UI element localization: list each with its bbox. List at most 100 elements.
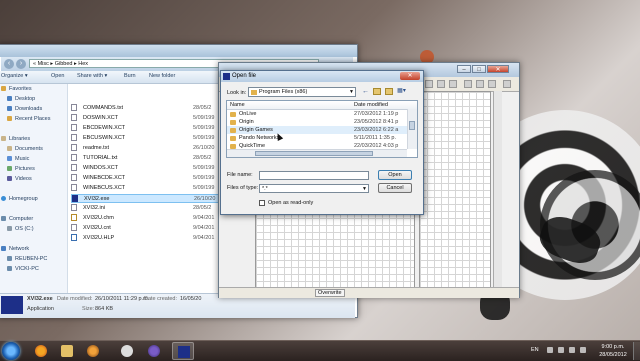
nav-videos[interactable]: Videos: [7, 176, 32, 182]
scroll-thumb[interactable]: [255, 151, 373, 156]
open-file-dialog: Open file ✕ Look in: Program Files (x86)…: [220, 70, 424, 215]
file-name-label: File name:: [227, 172, 253, 178]
toolbar-icon[interactable]: [425, 80, 433, 88]
taskbar-firefox[interactable]: [30, 342, 52, 360]
nav-pictures[interactable]: Pictures: [7, 166, 35, 172]
nav-vicki-pc[interactable]: VICKI-PC: [7, 266, 39, 272]
nav-favorites[interactable]: Favorites: [1, 86, 32, 92]
open-button[interactable]: Open: [51, 73, 64, 79]
text-file-icon: [71, 144, 77, 152]
new-folder-button[interactable]: New folder: [149, 73, 175, 79]
vertical-scrollbar[interactable]: [493, 91, 502, 287]
toolbar-icon[interactable]: [476, 80, 484, 88]
nav-label: Videos: [15, 176, 32, 182]
file-name-input[interactable]: [259, 171, 369, 180]
nav-homegroup[interactable]: Homegroup: [1, 196, 38, 202]
file-name: WINDOS.XCT: [83, 165, 119, 171]
folder-row[interactable]: Pando Networks 5/11/2011 1:35 p.: [227, 134, 407, 142]
documents-icon: [7, 146, 12, 152]
folder-row[interactable]: OnLive 27/03/2012 1:19 p: [227, 110, 407, 118]
close-button[interactable]: ✕: [400, 72, 420, 80]
toolbar-icon[interactable]: [503, 80, 511, 88]
toolbar-icon[interactable]: [464, 80, 472, 88]
app-icon: [148, 345, 160, 357]
toolbar-icon[interactable]: [437, 80, 445, 88]
show-hidden-icons-icon[interactable]: [547, 347, 553, 353]
star-icon: [1, 86, 6, 92]
detail-modified-label: Date modified:: [57, 296, 93, 302]
text-grid[interactable]: [419, 91, 491, 289]
list-horizontal-scrollbar[interactable]: [227, 149, 407, 157]
nav-computer[interactable]: Computer: [1, 216, 33, 222]
burn-button[interactable]: Burn: [124, 73, 136, 79]
view-menu-icon[interactable]: ▦▾: [397, 87, 406, 96]
taskbar-media-player[interactable]: [82, 342, 104, 360]
file-type-dropdown[interactable]: *.* ▼: [259, 184, 369, 193]
detail-modified-value: 26/10/2011 11:29 p.m.: [95, 296, 150, 302]
folder-row[interactable]: Origin 23/05/2012 8:41 p: [227, 118, 407, 126]
cancel-button[interactable]: Cancel: [378, 183, 412, 193]
downloads-icon: [7, 106, 12, 112]
close-button[interactable]: ✕: [487, 65, 509, 73]
folder-row-hovered[interactable]: Origin Games 23/03/2012 6:22 a: [227, 126, 407, 134]
nav-reuben-pc[interactable]: REUBEN-PC: [7, 256, 47, 262]
clock-time: 9:00 p.m.: [601, 344, 625, 350]
file-date: 5/09/199: [193, 115, 215, 121]
open-button[interactable]: Open: [378, 170, 412, 180]
new-folder-icon[interactable]: [385, 88, 393, 95]
file-date: 28/05/2: [193, 205, 212, 211]
nav-label: Documents: [15, 146, 43, 152]
toolbar-icon[interactable]: [449, 80, 457, 88]
forward-button[interactable]: ›: [16, 59, 26, 69]
text-file-icon: [71, 104, 77, 112]
language-indicator[interactable]: EN: [531, 347, 539, 353]
dialog-titlebar[interactable]: Open file ✕: [221, 71, 423, 82]
look-in-dropdown[interactable]: Program Files (x86) ▼: [248, 87, 356, 97]
name-column-header[interactable]: Name: [230, 102, 245, 108]
list-vertical-scrollbar[interactable]: [407, 109, 417, 149]
scroll-thumb[interactable]: [409, 121, 415, 130]
navigation-pane: Favorites Desktop Downloads Recent Place…: [0, 84, 68, 293]
file-name: readme.txt: [83, 145, 109, 151]
nav-desktop[interactable]: Desktop: [7, 96, 35, 102]
nav-network[interactable]: Network: [1, 246, 29, 252]
music-icon: [7, 156, 12, 162]
nav-downloads[interactable]: Downloads: [7, 106, 42, 112]
clock[interactable]: 9:00 p.m. 28/05/2012: [598, 343, 628, 359]
folder-name: Origin Games: [239, 127, 273, 133]
nav-documents[interactable]: Documents: [7, 146, 43, 152]
action-center-icon[interactable]: [580, 347, 586, 353]
toolbar-icon[interactable]: [488, 80, 496, 88]
taskbar-explorer[interactable]: [56, 342, 78, 360]
nav-label: Computer: [9, 216, 34, 222]
nav-libraries[interactable]: Libraries: [1, 136, 30, 142]
nav-music[interactable]: Music: [7, 156, 29, 162]
share-with-button[interactable]: Share with ▾: [77, 73, 107, 79]
detail-file-type: Application: [27, 306, 54, 312]
nav-os-drive[interactable]: OS (C:): [7, 226, 34, 232]
file-icon: [71, 134, 77, 142]
up-folder-icon[interactable]: [373, 88, 381, 95]
nav-recent-places[interactable]: Recent Places: [7, 116, 50, 122]
file-name: EBCUSWIN.XCT: [83, 135, 126, 141]
file-name: EBCDEWIN.XCT: [83, 125, 126, 131]
taskbar-steam[interactable]: [116, 342, 138, 360]
libraries-icon: [1, 136, 6, 142]
folder-date: 23/05/2012 8:41 p: [354, 119, 399, 125]
back-arrow-icon[interactable]: ←: [361, 87, 370, 96]
taskbar-xvi32[interactable]: [172, 342, 194, 360]
volume-icon[interactable]: [569, 347, 575, 353]
list-header: Name Date modified: [227, 101, 417, 110]
maximize-button[interactable]: □: [472, 65, 486, 73]
date-column-header[interactable]: Date modified: [354, 102, 388, 108]
organize-button[interactable]: Organize ▾: [1, 73, 28, 79]
explorer-titlebar[interactable]: [0, 45, 357, 57]
network-tray-icon[interactable]: [558, 347, 564, 353]
taskbar-app[interactable]: [143, 342, 165, 360]
minimize-button[interactable]: –: [457, 65, 471, 73]
text-file-icon: [71, 154, 77, 162]
read-only-checkbox[interactable]: [259, 200, 265, 206]
show-desktop-button[interactable]: [633, 342, 640, 360]
start-button[interactable]: [2, 342, 20, 360]
back-button[interactable]: ‹: [4, 59, 14, 69]
